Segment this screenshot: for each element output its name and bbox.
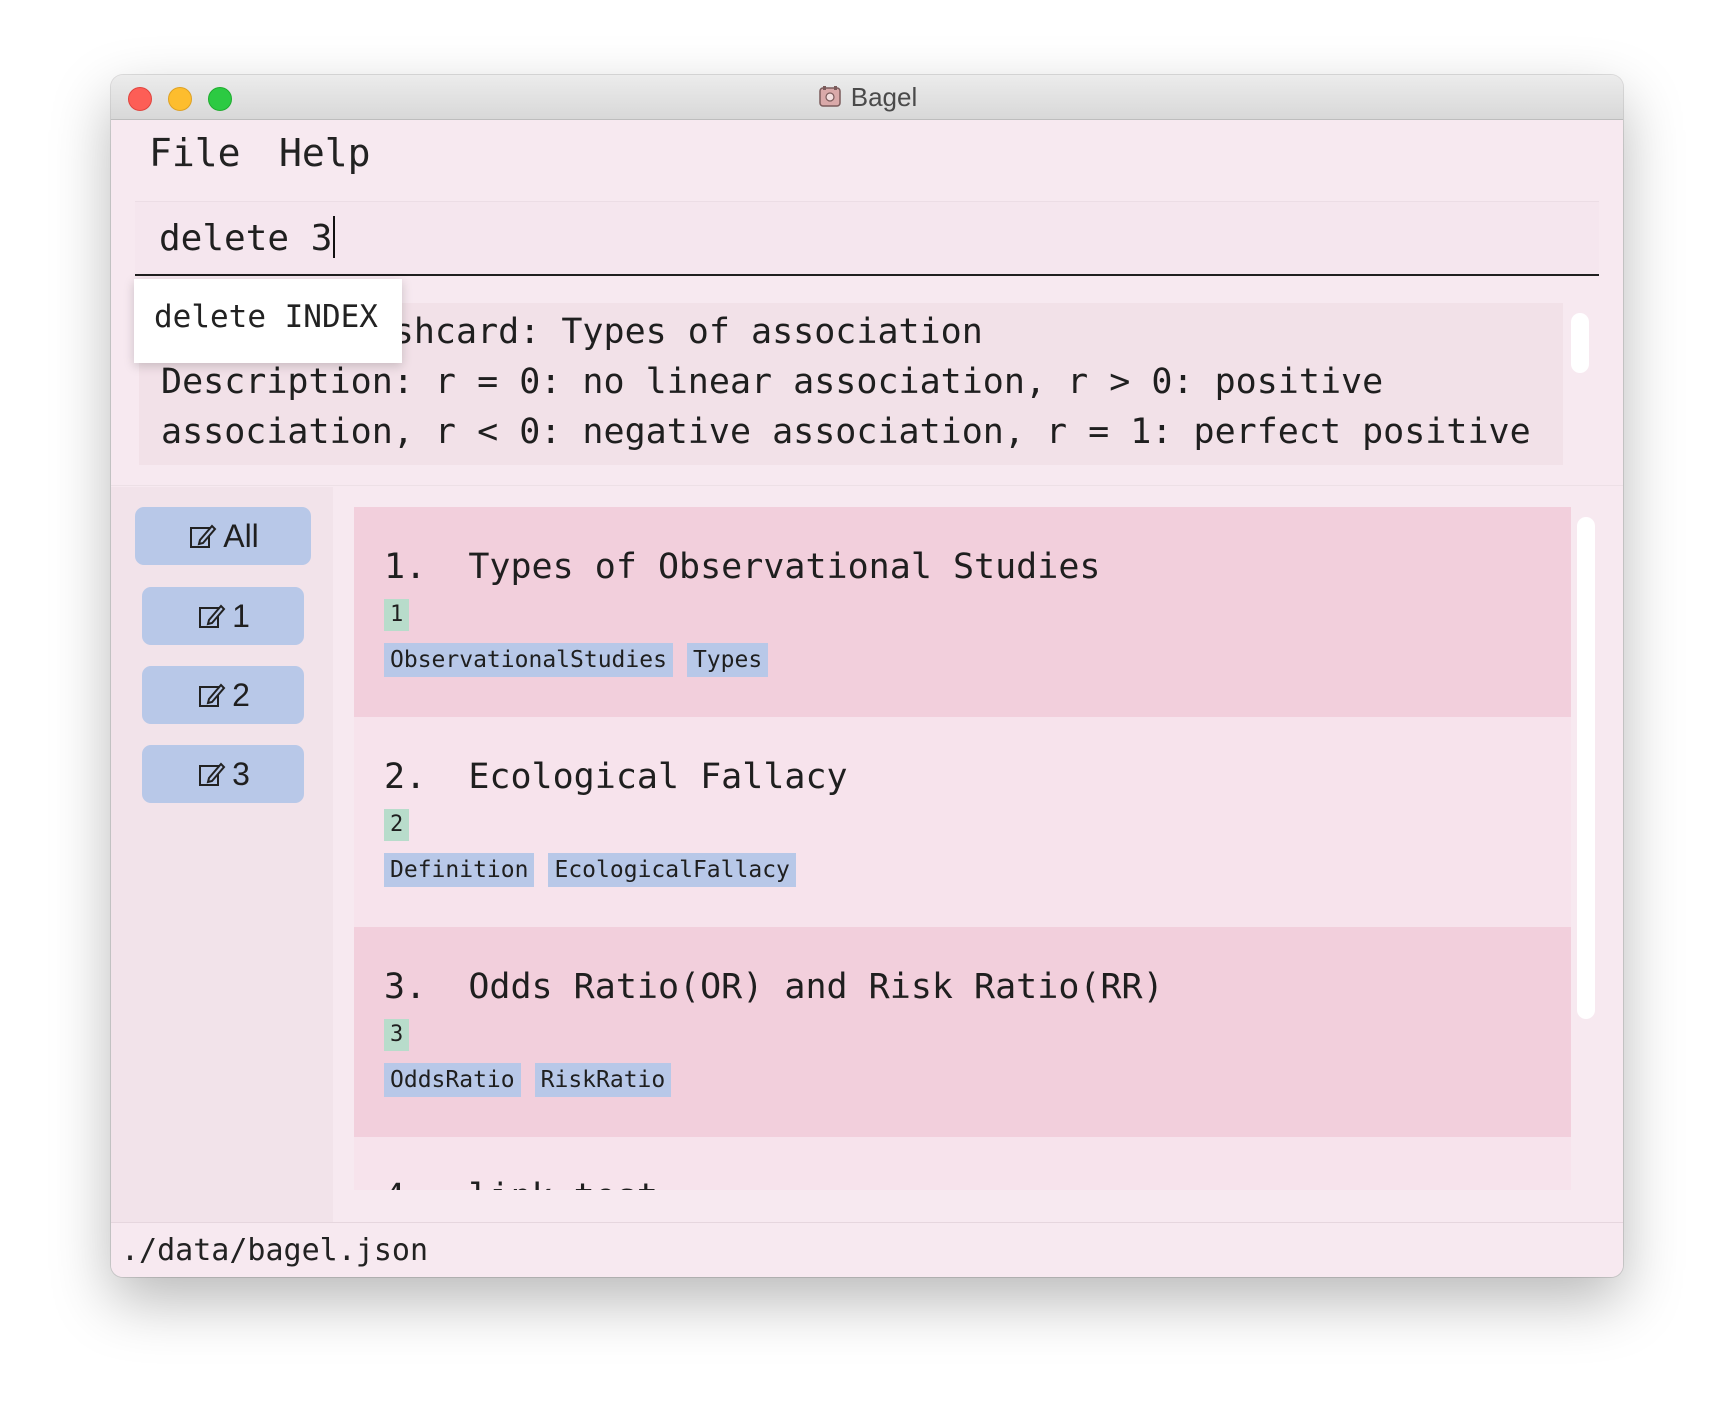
autocomplete-popup: delete INDEX (134, 279, 402, 363)
set-badge: 1 (384, 599, 410, 631)
card-title-text: link test (468, 1177, 658, 1190)
tag: EcologicalFallacy (548, 853, 796, 887)
title-bar: Bagel (111, 75, 1623, 120)
card-index: 4. (384, 1177, 426, 1190)
result-scrollbar[interactable] (1571, 313, 1589, 373)
flashcard-card[interactable]: 3. Odds Ratio(OR) and Risk Ratio(RR) 3 O… (354, 927, 1571, 1137)
flashcard-card[interactable]: 2. Ecological Fallacy 2 Definition Ecolo… (354, 717, 1571, 927)
sidebar-item-label: 1 (232, 597, 250, 634)
card-index: 1. (384, 547, 427, 587)
set-badge: 2 (384, 809, 410, 841)
autocomplete-item[interactable]: delete INDEX (154, 299, 378, 335)
sidebar-item-2[interactable]: 2 (142, 666, 304, 724)
set-badge: 3 (384, 1019, 410, 1051)
card-title-text: Ecological Fallacy (468, 757, 848, 797)
window-title: Bagel (850, 81, 918, 112)
tag: OddsRatio (384, 1063, 521, 1097)
card-title: 4. link test (384, 1177, 658, 1190)
text-cursor (333, 216, 336, 258)
menu-bar: File Help (111, 119, 1623, 189)
tag-list: ObservationalStudies Types (384, 643, 769, 677)
command-text[interactable]: delete 3 (159, 216, 336, 259)
sidebar-item-label: All (223, 517, 259, 554)
card-title: 2. Ecological Fallacy (384, 757, 848, 797)
edit-icon (199, 762, 226, 786)
tag: Definition (384, 853, 535, 887)
command-value: delete 3 (159, 218, 333, 259)
menu-help[interactable]: Help (279, 131, 371, 175)
menu-file[interactable]: File (149, 131, 241, 175)
title-wrap: Bagel (111, 75, 1623, 119)
card-index: 2. (384, 757, 427, 797)
edit-icon (190, 524, 217, 548)
save-path: ./data/bagel.json (121, 1233, 429, 1268)
status-bar: ./data/bagel.json (111, 1222, 1623, 1277)
edit-icon (199, 604, 226, 628)
flashcard-list: 1. Types of Observational Studies 1 Obse… (354, 507, 1571, 1190)
tag: Types (686, 643, 769, 677)
bagel-app-icon (819, 86, 841, 107)
sidebar-item-1[interactable]: 1 (142, 587, 304, 645)
sidebar-item-3[interactable]: 3 (142, 745, 304, 803)
divider (111, 485, 1623, 486)
sidebar: All 1 2 3 (111, 487, 333, 1222)
command-input[interactable]: delete 3 (135, 201, 1599, 276)
edit-icon (199, 683, 226, 707)
card-index: 3. (384, 967, 427, 1007)
card-title: 1. Types of Observational Studies (384, 547, 1100, 587)
sidebar-item-all[interactable]: All (135, 507, 311, 565)
card-title-text: Types of Observational Studies (468, 547, 1101, 587)
flashcard-card[interactable]: 1. Types of Observational Studies 1 Obse… (354, 507, 1571, 717)
tag: ObservationalStudies (384, 643, 673, 677)
tag-list: Definition EcologicalFallacy (384, 853, 796, 887)
tag-list: OddsRatio RiskRatio (384, 1063, 672, 1097)
sidebar-item-label: 3 (232, 755, 250, 792)
list-scrollbar[interactable] (1577, 517, 1595, 1019)
flashcard-card[interactable]: 4. link test (354, 1137, 1571, 1190)
card-title: 3. Odds Ratio(OR) and Risk Ratio(RR) (384, 967, 1164, 1007)
tag: RiskRatio (534, 1063, 672, 1097)
sidebar-item-label: 2 (232, 676, 250, 713)
app-window: Bagel File Help delete 3 Viewing flashca… (111, 75, 1623, 1277)
card-title-text: Odds Ratio(OR) and Risk Ratio(RR) (468, 967, 1164, 1007)
